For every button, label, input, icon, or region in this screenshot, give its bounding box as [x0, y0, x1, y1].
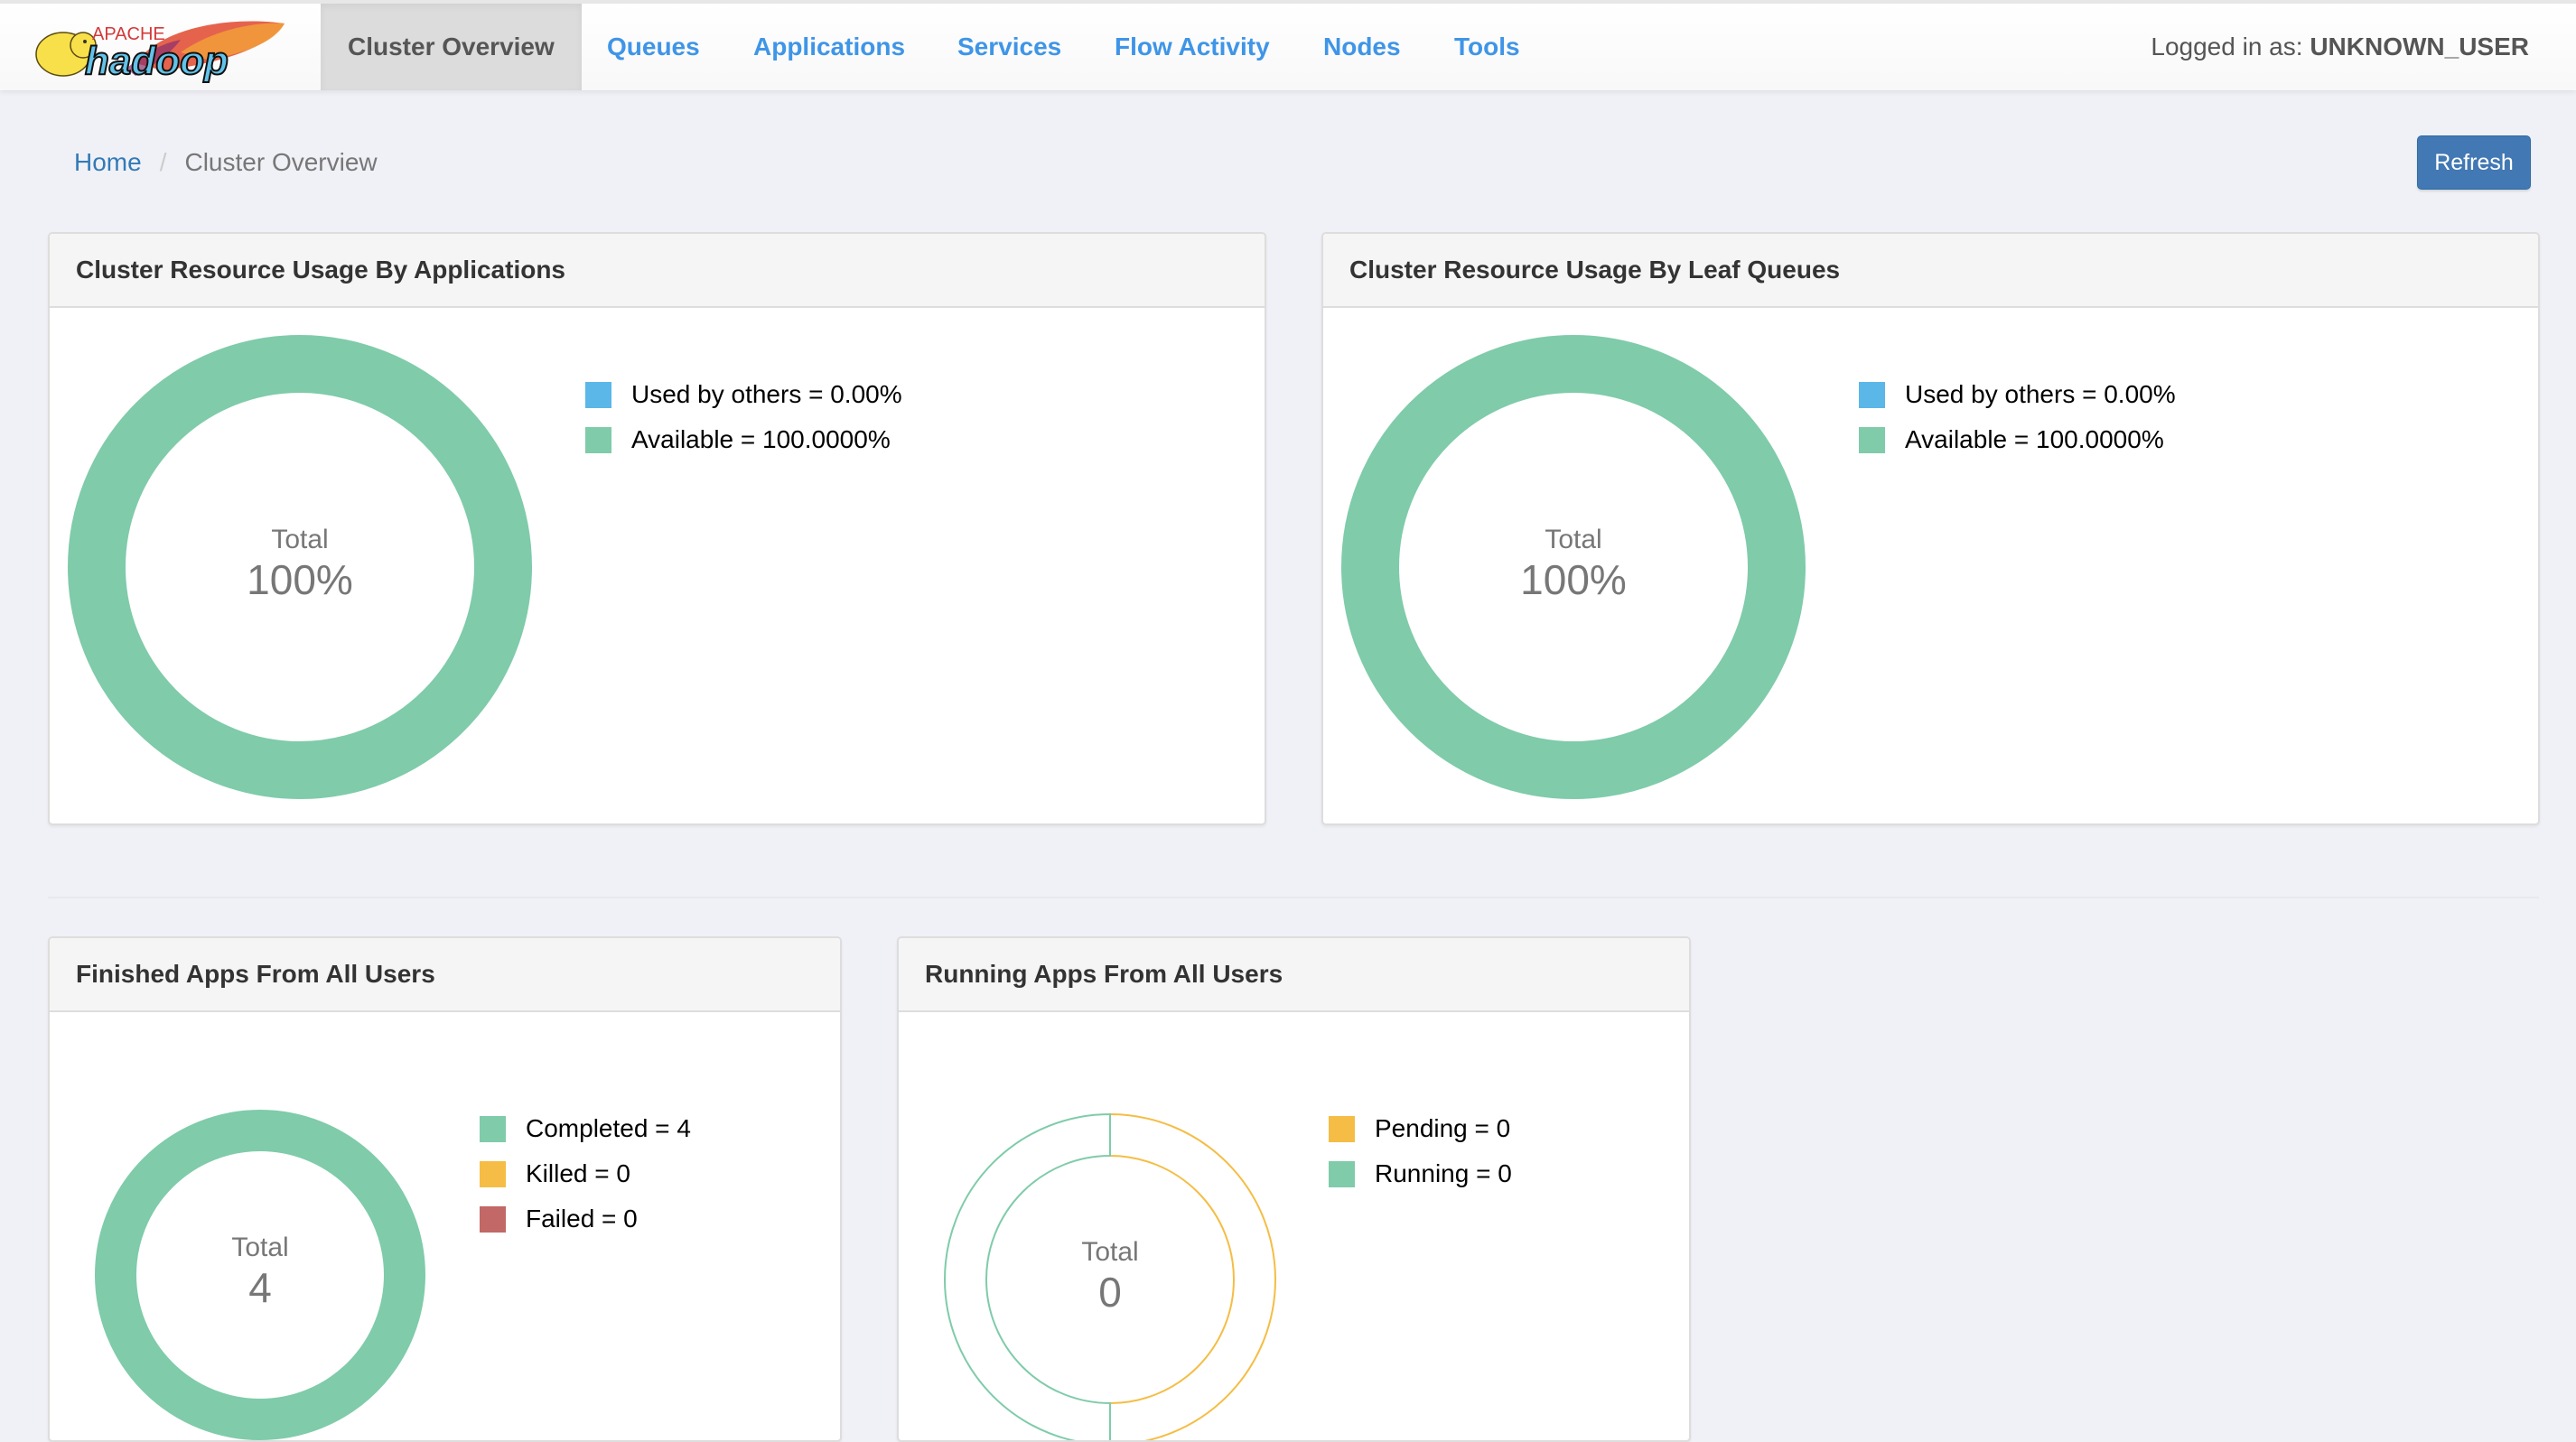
- donut-center-label: Total 100%: [210, 524, 390, 603]
- legend-item: Available = 100.0000%: [1859, 417, 2176, 462]
- legend-label: Pending = 0: [1375, 1114, 1511, 1142]
- nav-nodes[interactable]: Nodes: [1323, 4, 1401, 90]
- legend-swatch-pending: [1329, 1115, 1355, 1142]
- panel-title: Finished Apps From All Users: [50, 938, 840, 1012]
- legend: Used by others = 0.00% Available = 100.0…: [585, 372, 902, 462]
- nav-flow-activity[interactable]: Flow Activity: [1115, 4, 1270, 90]
- nav-services[interactable]: Services: [957, 4, 1061, 90]
- legend: Used by others = 0.00% Available = 100.0…: [1859, 372, 2176, 462]
- legend-label: Failed = 0: [526, 1205, 638, 1233]
- legend-swatch-used-by-others: [585, 381, 611, 408]
- legend-label: Killed = 0: [526, 1159, 630, 1187]
- legend-swatch-killed: [480, 1160, 506, 1187]
- center-label-title: Total: [231, 1233, 289, 1262]
- nav-cluster-overview[interactable]: Cluster Overview: [321, 4, 582, 90]
- legend-item: Failed = 0: [480, 1196, 691, 1242]
- legend-label: Completed = 4: [526, 1114, 691, 1142]
- breadcrumb: Home / Cluster Overview: [74, 144, 378, 181]
- section-divider: [48, 897, 2539, 898]
- panel-cluster-usage-by-applications: Cluster Resource Usage By Applications T…: [48, 232, 1266, 825]
- svg-text:hadoop: hadoop: [85, 39, 229, 83]
- legend: Completed = 4 Killed = 0 Failed = 0: [480, 1106, 691, 1242]
- legend-swatch-completed: [480, 1115, 506, 1142]
- login-prefix: Logged in as:: [2151, 33, 2303, 60]
- donut-chart-finished-apps: [95, 1110, 425, 1440]
- panel-cluster-usage-by-leaf-queues: Cluster Resource Usage By Leaf Queues To…: [1321, 232, 2540, 825]
- legend-swatch-failed: [480, 1205, 506, 1233]
- donut-chart-running-apps: [944, 1112, 1276, 1440]
- panel-title: Running Apps From All Users: [899, 938, 1689, 1012]
- legend-swatch-available: [1859, 426, 1885, 453]
- legend-label: Available = 100.0000%: [631, 425, 891, 453]
- legend-label: Running = 0: [1375, 1159, 1512, 1187]
- panel-title: Cluster Resource Usage By Leaf Queues: [1323, 234, 2538, 308]
- donut-center-label: Total 4: [170, 1232, 350, 1311]
- legend-label: Used by others = 0.00%: [631, 380, 902, 408]
- legend-item: Completed = 4: [480, 1106, 691, 1151]
- login-user: UNKNOWN_USER: [2310, 33, 2529, 60]
- center-label-title: Total: [1081, 1237, 1139, 1267]
- breadcrumb-separator: /: [159, 148, 167, 176]
- center-label-title: Total: [1545, 525, 1602, 554]
- legend-item: Used by others = 0.00%: [1859, 372, 2176, 417]
- legend: Pending = 0 Running = 0: [1329, 1106, 1512, 1196]
- legend-item: Available = 100.0000%: [585, 417, 902, 462]
- legend-item: Killed = 0: [480, 1151, 691, 1196]
- nav-applications[interactable]: Applications: [753, 4, 905, 90]
- refresh-button[interactable]: Refresh: [2417, 135, 2531, 190]
- login-status: Logged in as: UNKNOWN_USER: [2151, 4, 2529, 90]
- legend-swatch-available: [585, 426, 611, 453]
- panel-running-apps: Running Apps From All Users Total 0 Pend…: [897, 936, 1691, 1442]
- panel-title: Cluster Resource Usage By Applications: [50, 234, 1265, 308]
- panel-finished-apps: Finished Apps From All Users Total 4 Com…: [48, 936, 842, 1442]
- center-label-value: 4: [248, 1264, 272, 1311]
- hadoop-logo[interactable]: APACHE hadoop: [27, 16, 289, 85]
- nav-tools[interactable]: Tools: [1454, 4, 1520, 90]
- donut-center-label: Total 0: [1020, 1236, 1200, 1316]
- legend-swatch-running: [1329, 1160, 1355, 1187]
- legend-label: Used by others = 0.00%: [1905, 380, 2176, 408]
- donut-center-label: Total 100%: [1483, 524, 1664, 603]
- center-label-value: 0: [1098, 1269, 1122, 1316]
- legend-swatch-used-by-others: [1859, 381, 1885, 408]
- breadcrumb-current: Cluster Overview: [184, 148, 378, 176]
- legend-item: Pending = 0: [1329, 1106, 1512, 1151]
- center-label-value: 100%: [247, 556, 353, 603]
- legend-item: Running = 0: [1329, 1151, 1512, 1196]
- breadcrumb-home[interactable]: Home: [74, 148, 142, 176]
- top-navbar: APACHE hadoop Cluster Overview Queues Ap…: [0, 0, 2576, 90]
- hadoop-logo-icon: APACHE hadoop: [35, 21, 285, 84]
- legend-item: Used by others = 0.00%: [585, 372, 902, 417]
- center-label-title: Total: [271, 525, 329, 554]
- center-label-value: 100%: [1520, 556, 1627, 603]
- nav-queues[interactable]: Queues: [607, 4, 700, 90]
- legend-label: Available = 100.0000%: [1905, 425, 2164, 453]
